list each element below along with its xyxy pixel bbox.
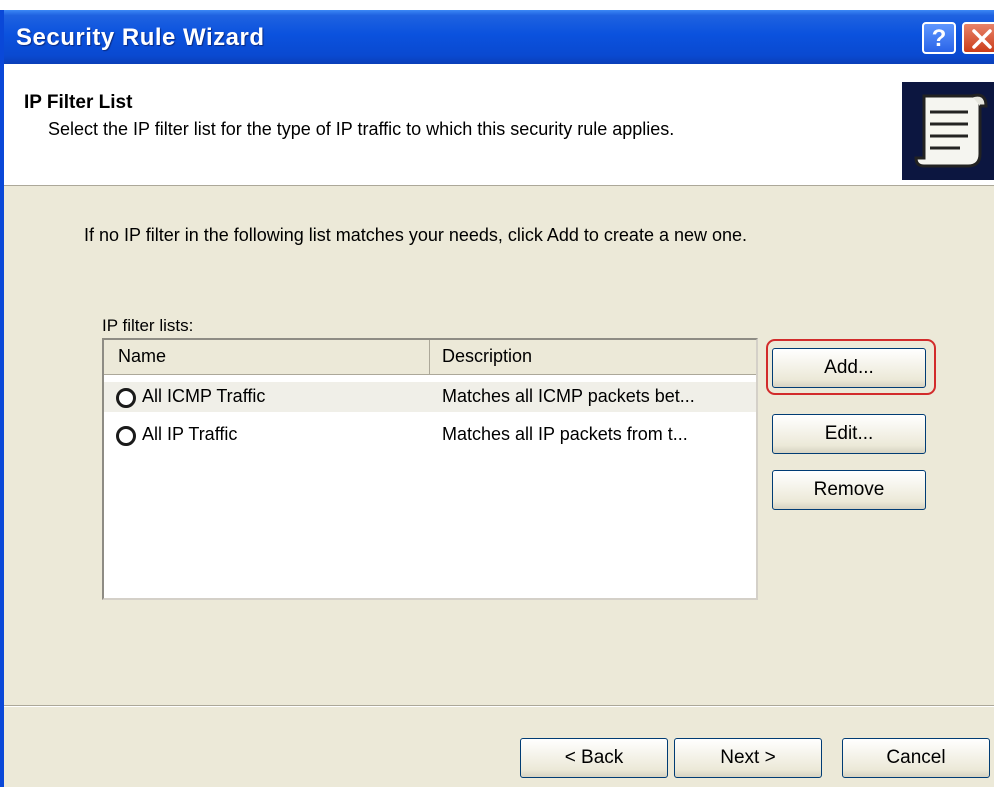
edit-button[interactable]: Edit... [772,414,926,454]
title-bar[interactable]: Security Rule Wizard ? [4,10,994,64]
ip-filter-listview[interactable]: Name Description All ICMP Traffic Matche… [102,338,758,600]
column-header-description[interactable]: Description [430,340,756,374]
ip-filter-lists-label: IP filter lists: [102,316,194,335]
back-button[interactable]: < Back [520,738,668,778]
add-button[interactable]: Add... [772,348,926,388]
window-title: Security Rule Wizard [16,24,265,51]
radio-button[interactable] [116,426,136,446]
remove-button[interactable]: Remove [772,470,926,510]
row-description: Matches all ICMP packets bet... [442,386,695,406]
list-header: Name Description [104,340,756,375]
row-name: All IP Traffic [142,424,238,444]
help-icon: ? [931,25,947,52]
next-button[interactable]: Next > [674,738,822,778]
security-rule-wizard-window: Security Rule Wizard ? IP Filter List Se… [0,10,994,787]
list-row-all-icmp-traffic[interactable]: All ICMP Traffic Matches all ICMP packet… [104,382,756,412]
close-icon [972,29,992,49]
page-title: IP Filter List [24,92,133,113]
instruction-text: If no IP filter in the following list ma… [84,225,748,245]
wizard-header: IP Filter List Select the IP filter list… [4,64,994,186]
radio-button[interactable] [116,388,136,408]
help-button[interactable]: ? [922,22,956,54]
cancel-button[interactable]: Cancel [842,738,990,778]
close-button[interactable] [962,22,994,54]
list-row-all-ip-traffic[interactable]: All IP Traffic Matches all IP packets fr… [104,420,756,450]
column-header-name[interactable]: Name [104,340,430,374]
scroll-list-icon [902,82,994,180]
footer-divider [4,705,994,707]
page-subtitle: Select the IP filter list for the type o… [48,119,675,139]
row-description: Matches all IP packets from t... [442,424,688,444]
row-name: All ICMP Traffic [142,386,266,406]
